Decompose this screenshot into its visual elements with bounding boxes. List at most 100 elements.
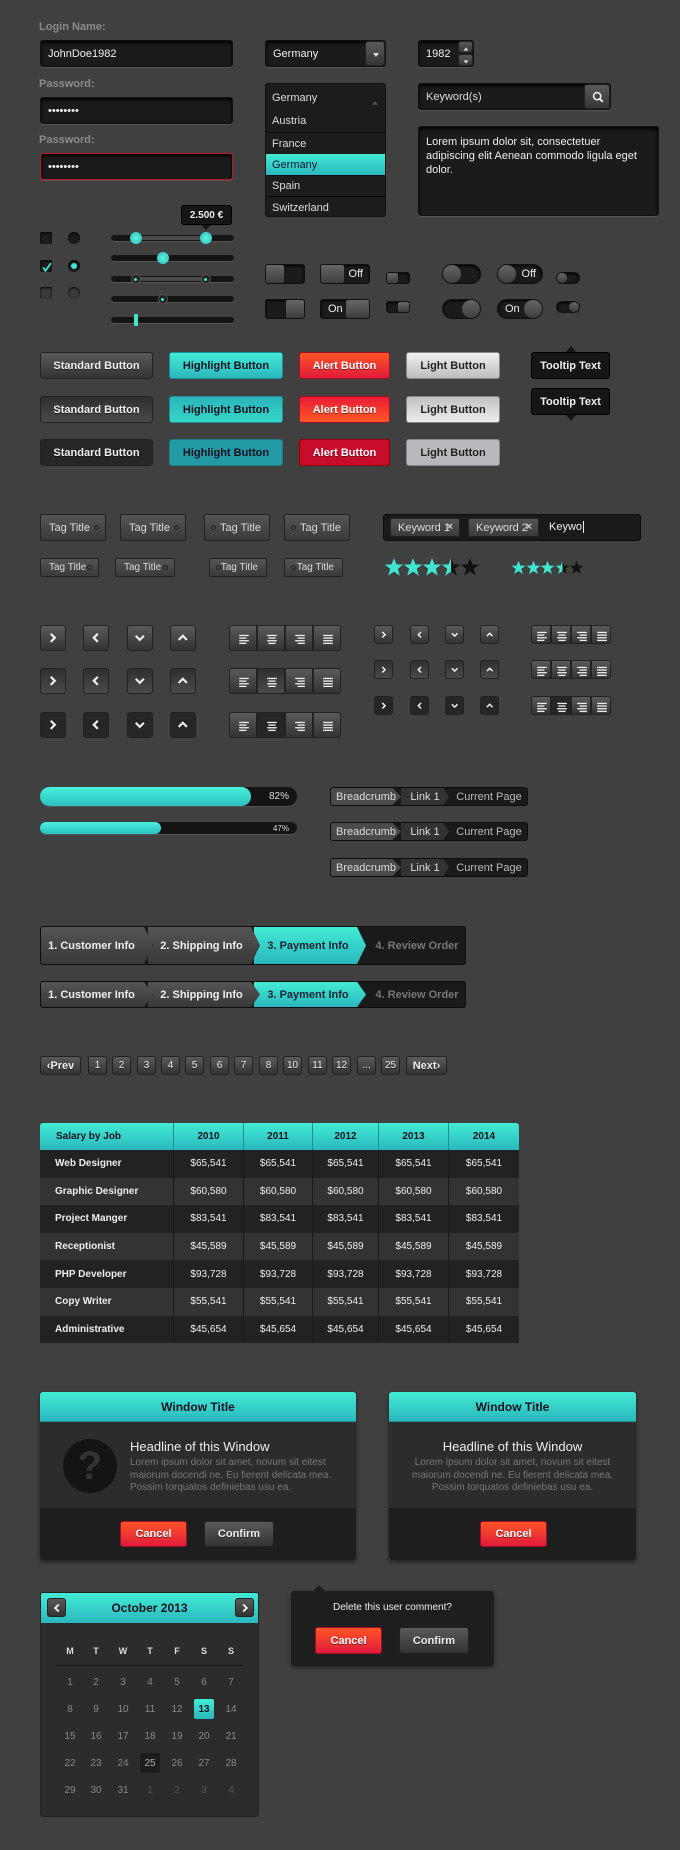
select-arrow-button[interactable] xyxy=(365,41,385,66)
calendar-day[interactable]: 5 xyxy=(167,1672,187,1692)
align-left-button[interactable] xyxy=(229,625,257,651)
calendar-day[interactable]: 15 xyxy=(60,1726,80,1746)
calendar-day[interactable]: 1 xyxy=(60,1672,80,1692)
wizard-step[interactable]: 4. Review Order xyxy=(361,982,465,1007)
dropdown-option[interactable]: France xyxy=(266,132,385,154)
chevron-right-button[interactable] xyxy=(40,668,66,694)
chevron-up-button[interactable] xyxy=(480,696,499,715)
popup-confirm-button[interactable]: Confirm xyxy=(399,1627,469,1654)
wizard-step[interactable]: 1. Customer Info xyxy=(41,982,153,1007)
chevron-left-button[interactable] xyxy=(83,668,109,694)
dropdown-option[interactable]: Spain xyxy=(266,175,385,196)
page-button[interactable]: 4 xyxy=(161,1056,180,1075)
wizard-step[interactable]: 1. Customer Info xyxy=(41,927,153,964)
chevron-right-button[interactable] xyxy=(374,660,393,679)
confirm-button[interactable]: Confirm xyxy=(204,1521,274,1547)
align-center-button[interactable] xyxy=(257,625,285,651)
tag[interactable]: Tag Title xyxy=(40,514,106,541)
checkbox[interactable] xyxy=(40,232,52,244)
toggle-round-labeled-on[interactable]: On xyxy=(497,299,543,319)
highlight-button[interactable]: Highlight Button xyxy=(169,352,283,379)
dropdown-option[interactable]: Germany xyxy=(266,154,385,175)
chevron-left-button[interactable] xyxy=(83,625,109,651)
light-button[interactable]: Light Button xyxy=(406,439,500,466)
chevron-up-button[interactable] xyxy=(170,668,196,694)
alert-button[interactable]: Alert Button xyxy=(299,439,390,466)
align-justify-button[interactable] xyxy=(591,660,611,679)
tag[interactable]: Tag Title xyxy=(209,558,267,577)
chevron-down-button[interactable] xyxy=(127,668,153,694)
align-left-button[interactable] xyxy=(229,712,257,738)
toggle-square-on[interactable] xyxy=(265,299,305,319)
slider-track[interactable] xyxy=(111,255,234,261)
calendar-day[interactable]: 27 xyxy=(194,1753,214,1773)
stepper-down-button[interactable] xyxy=(458,54,473,66)
keyword-typed-text[interactable]: Keywo xyxy=(549,521,585,533)
align-left-button[interactable] xyxy=(531,696,551,715)
calendar-day[interactable]: 26 xyxy=(167,1753,187,1773)
calendar-day[interactable]: 28 xyxy=(221,1753,241,1773)
chevron-down-button[interactable] xyxy=(445,696,464,715)
tag[interactable]: Tag Title xyxy=(40,558,99,577)
chevron-left-button[interactable] xyxy=(410,660,429,679)
popup-cancel-button[interactable]: Cancel xyxy=(315,1627,382,1654)
toggle-round-labeled-off[interactable]: Off xyxy=(497,264,543,284)
radio-button[interactable] xyxy=(68,232,80,244)
breadcrumb-item[interactable]: Breadcrumb xyxy=(331,788,401,805)
calendar-day[interactable]: 4 xyxy=(140,1672,160,1692)
toggle-labeled-off[interactable]: Off xyxy=(320,264,370,284)
breadcrumb-item[interactable]: Link 1 xyxy=(401,788,449,805)
calendar-day[interactable]: 2 xyxy=(167,1780,187,1800)
search-field[interactable]: Keyword(s) xyxy=(418,83,611,110)
standard-button[interactable]: Standard Button xyxy=(40,396,153,423)
align-right-button[interactable] xyxy=(285,712,313,738)
calendar-next-button[interactable] xyxy=(235,1598,254,1617)
page-button[interactable]: 5 xyxy=(185,1056,204,1075)
dropdown-option[interactable]: Switzerland xyxy=(266,196,385,216)
keyword-chip[interactable]: Keyword 2 × xyxy=(468,518,539,537)
page-button[interactable]: 6 xyxy=(210,1056,229,1075)
calendar-day[interactable]: 13 xyxy=(194,1699,214,1719)
align-right-button[interactable] xyxy=(571,696,591,715)
chevron-right-button[interactable] xyxy=(374,696,393,715)
keyword-chip[interactable]: Keyword 1 × xyxy=(390,518,460,537)
toggle-mini-on[interactable] xyxy=(386,301,410,313)
chevron-up-button[interactable] xyxy=(170,712,196,738)
slider-handle[interactable] xyxy=(199,232,212,244)
country-dropdown[interactable]: Germany Austria France Germany Spain Switzerl… xyxy=(265,83,386,217)
slider-handle[interactable] xyxy=(200,274,211,284)
next-page-button[interactable]: Next › xyxy=(406,1056,447,1075)
chevron-right-button[interactable] xyxy=(374,625,393,644)
align-right-button[interactable] xyxy=(285,625,313,651)
page-button[interactable]: 3 xyxy=(137,1056,156,1075)
highlight-button[interactable]: Highlight Button xyxy=(169,396,283,423)
chevron-left-button[interactable] xyxy=(410,625,429,644)
align-right-button[interactable] xyxy=(285,668,313,694)
align-left-button[interactable] xyxy=(531,625,551,644)
alert-button[interactable]: Alert Button xyxy=(299,396,390,423)
calendar-prev-button[interactable] xyxy=(47,1598,66,1617)
chevron-up-button[interactable] xyxy=(480,625,499,644)
slider-handle[interactable] xyxy=(130,274,141,284)
slider-track[interactable] xyxy=(111,317,234,323)
remove-icon[interactable]: × xyxy=(447,521,453,533)
calendar-day[interactable]: 11 xyxy=(140,1699,160,1719)
calendar-day[interactable]: 14 xyxy=(221,1699,241,1719)
calendar-day[interactable]: 12 xyxy=(167,1699,187,1719)
year-stepper[interactable]: 1982 xyxy=(418,40,474,67)
slider-handle[interactable] xyxy=(129,232,142,244)
calendar-day[interactable]: 25 xyxy=(140,1753,160,1773)
password-input[interactable]: •••••••• xyxy=(40,97,233,124)
calendar-day[interactable]: 31 xyxy=(113,1780,133,1800)
chevron-up-button[interactable] xyxy=(170,625,196,651)
alert-button[interactable]: Alert Button xyxy=(299,352,390,379)
chevron-down-button[interactable] xyxy=(445,625,464,644)
align-right-button[interactable] xyxy=(571,660,591,679)
tag[interactable]: Tag Title xyxy=(120,514,186,541)
toggle-round-mini-off[interactable] xyxy=(556,272,580,284)
tag[interactable]: Tag Title xyxy=(115,558,175,577)
wizard-step[interactable]: 2. Shipping Info xyxy=(148,982,260,1007)
comment-textarea[interactable]: Lorem ipsum dolor sit, consectetuer adip… xyxy=(418,126,659,216)
calendar-day[interactable]: 17 xyxy=(113,1726,133,1746)
calendar-day[interactable]: 21 xyxy=(221,1726,241,1746)
